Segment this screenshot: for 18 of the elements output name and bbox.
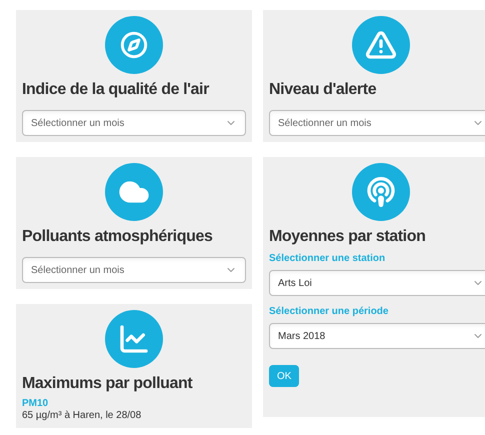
pollutant-name: PM10 [22, 398, 50, 410]
chart-icon [118, 323, 150, 355]
card-title: Indice de la qualité de l'air [22, 80, 210, 100]
broadcast-icon [365, 176, 397, 208]
select-field[interactable]: Arts Loi [269, 270, 485, 296]
select-field[interactable]: Sélectionner un mois [22, 110, 246, 136]
card-title: Moyennes par station [269, 227, 426, 247]
card-title: Maximums par polluant [22, 374, 194, 394]
field-label: Sélectionner une période [269, 305, 390, 319]
compass-icon [120, 31, 148, 59]
card-title: Niveau d'alerte [269, 80, 378, 100]
select-field[interactable]: Sélectionner un mois [22, 257, 246, 283]
field-label: Sélectionner une station [269, 252, 386, 266]
select-field[interactable]: Mars 2018 [269, 323, 485, 349]
warning-icon [365, 29, 397, 61]
pollutant-detail: 65 µg/m³ à Haren, le 28/08 [22, 410, 142, 422]
card-title: Polluants atmosphériques [22, 227, 214, 247]
select-field[interactable]: Sélectionner un mois [269, 110, 485, 136]
